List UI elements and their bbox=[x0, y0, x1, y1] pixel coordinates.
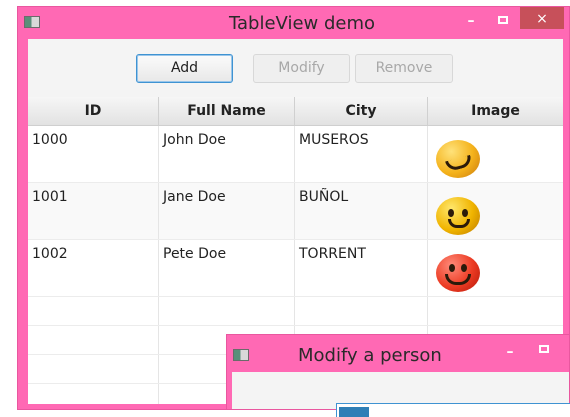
modify-button[interactable]: Modify bbox=[253, 54, 350, 83]
app-icon bbox=[24, 16, 40, 28]
cell-city: BUÑOL bbox=[295, 183, 428, 239]
cell-city: MUSEROS bbox=[295, 126, 428, 182]
cell-id: 1000 bbox=[28, 126, 159, 182]
table-header: ID Full Name City Image bbox=[28, 97, 563, 126]
empty-cell bbox=[28, 355, 159, 383]
empty-cell bbox=[28, 384, 159, 404]
face-mouth bbox=[445, 274, 471, 285]
cell-full-name: Jane Doe bbox=[159, 183, 295, 239]
face-mouth bbox=[448, 219, 470, 228]
column-header-image[interactable]: Image bbox=[428, 97, 563, 125]
table-row[interactable]: 1001 Jane Doe BUÑOL bbox=[28, 183, 563, 240]
empty-cell bbox=[28, 297, 159, 325]
smiling-face-icon bbox=[436, 254, 480, 292]
cell-full-name: Pete Doe bbox=[159, 240, 295, 296]
field-selection bbox=[339, 407, 369, 417]
cell-full-name: John Doe bbox=[159, 126, 295, 182]
maximize-icon bbox=[539, 345, 549, 353]
modal-maximize-button[interactable] bbox=[533, 337, 555, 361]
remove-button[interactable]: Remove bbox=[355, 54, 453, 83]
add-button[interactable]: Add bbox=[136, 54, 233, 83]
empty-row bbox=[28, 297, 563, 326]
cell-image bbox=[428, 183, 563, 239]
cell-image bbox=[428, 240, 563, 296]
empty-cell bbox=[295, 297, 428, 325]
column-header-id[interactable]: ID bbox=[28, 97, 159, 125]
dizzy-face-icon bbox=[436, 197, 480, 235]
table-row[interactable]: 1000 John Doe MUSEROS bbox=[28, 126, 563, 183]
face-eye bbox=[449, 264, 455, 272]
modal-content bbox=[232, 372, 570, 417]
crying-laughing-face-icon bbox=[436, 140, 480, 178]
column-header-full-name[interactable]: Full Name bbox=[159, 97, 295, 125]
maximize-icon bbox=[498, 16, 508, 24]
minimize-button[interactable]: – bbox=[458, 9, 484, 33]
column-header-city[interactable]: City bbox=[295, 97, 428, 125]
face-eye bbox=[461, 264, 467, 272]
face-eye bbox=[448, 209, 454, 217]
table-row[interactable]: 1002 Pete Doe TORRENT bbox=[28, 240, 563, 297]
modal-title: Modify a person bbox=[298, 345, 442, 366]
toolbar: Add Modify Remove bbox=[28, 39, 563, 97]
modal-minimize-button[interactable]: – bbox=[499, 340, 521, 364]
app-icon bbox=[233, 349, 249, 361]
empty-cell bbox=[159, 297, 295, 325]
close-button[interactable]: × bbox=[520, 7, 564, 29]
modify-person-window: Modify a person – bbox=[226, 334, 570, 417]
cell-id: 1002 bbox=[28, 240, 159, 296]
empty-cell bbox=[28, 326, 159, 354]
cell-city: TORRENT bbox=[295, 240, 428, 296]
cell-id: 1001 bbox=[28, 183, 159, 239]
modal-input-field[interactable] bbox=[336, 403, 570, 417]
cell-image bbox=[428, 126, 563, 182]
face-eye bbox=[462, 209, 468, 217]
window-title: TableView demo bbox=[229, 13, 376, 34]
main-titlebar[interactable]: TableView demo – × bbox=[18, 7, 569, 39]
maximize-button[interactable] bbox=[490, 8, 516, 32]
face-mouth bbox=[445, 154, 473, 173]
